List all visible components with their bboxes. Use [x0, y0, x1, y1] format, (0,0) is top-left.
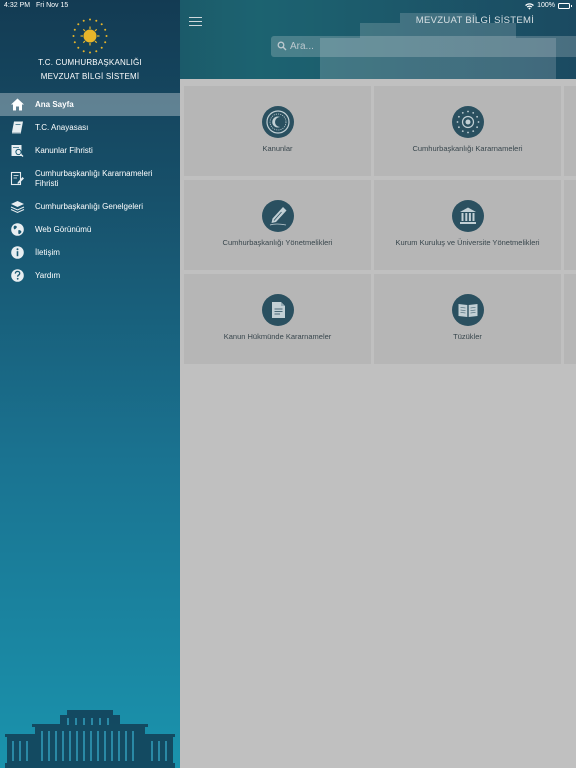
sidebar-item-kararnameler-fihristi[interactable]: Cumhurbaşkanlığı Kararnameleri Fihristi [0, 162, 180, 195]
sidebar-item-genelgeler[interactable]: Cumhurbaşkanlığı Genelgeleri [0, 195, 180, 218]
home-icon [10, 97, 25, 112]
sidebar-nav: Ana Sayfa T.C. Anayasası Kanunlar Fihris… [0, 93, 180, 287]
battery-icon [558, 3, 572, 9]
edit-document-icon [10, 171, 25, 186]
sidebar-item-label: Cumhurbaşkanlığı Genelgeleri [35, 201, 144, 211]
sidebar-item-anayasa[interactable]: T.C. Anayasası [0, 116, 180, 139]
sidebar-item-label: Web Görünümü [35, 224, 92, 234]
sidebar-item-iletisim[interactable]: İletişim [0, 241, 180, 264]
info-icon [10, 245, 25, 260]
sidebar-item-web-gorunumu[interactable]: Web Görünümü [0, 218, 180, 241]
presidential-emblem-icon [72, 18, 108, 54]
status-bar: 4:32 PM Fri Nov 15 100% [0, 0, 576, 12]
index-search-icon [10, 143, 25, 158]
sidebar-drawer: T.C. CUMHURBAŞKANLIĞI MEVZUAT BİLGİ SİST… [0, 0, 180, 768]
status-date: Fri Nov 15 [36, 2, 69, 9]
system-name: MEVZUAT BİLGİ SİSTEMİ [40, 72, 140, 81]
status-indicators: 100% [525, 0, 572, 12]
organization-name: T.C. CUMHURBAŞKANLIĞI [38, 58, 142, 67]
status-time: 4:32 PM [4, 2, 31, 9]
help-icon [10, 268, 25, 283]
sidebar-item-label: Cumhurbaşkanlığı Kararnameleri Fihristi [35, 168, 153, 188]
sidebar-item-label: T.C. Anayasası [35, 122, 89, 132]
globe-icon [10, 222, 25, 237]
sidebar-item-ana-sayfa[interactable]: Ana Sayfa [0, 93, 180, 116]
battery-percent: 100% [537, 2, 555, 9]
book-icon [10, 120, 25, 135]
sidebar-item-label: Kanunlar Fihristi [35, 145, 93, 155]
wifi-icon [525, 2, 534, 10]
sidebar-item-label: Yardım [35, 270, 61, 280]
sidebar-item-label: İletişim [35, 247, 60, 257]
drawer-overlay[interactable] [180, 0, 576, 768]
sidebar-item-kanunlar-fihristi[interactable]: Kanunlar Fihristi [0, 139, 180, 162]
stack-icon [10, 199, 25, 214]
sidebar-item-label: Ana Sayfa [35, 99, 74, 109]
presidential-palace-illustration [5, 710, 175, 768]
sidebar-item-yardim[interactable]: Yardım [0, 264, 180, 287]
